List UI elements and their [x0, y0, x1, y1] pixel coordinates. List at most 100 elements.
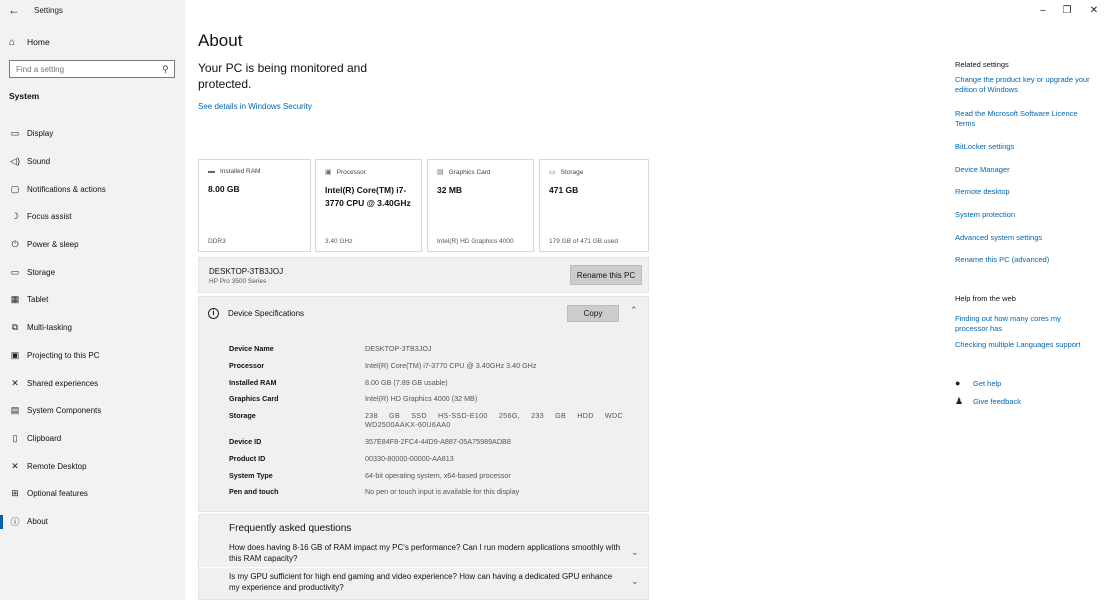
- spec-row: Graphics Card Intel(R) HD Graphics 4000 (…: [229, 394, 629, 403]
- card-graphics: ▤ Graphics Card 32 MB Intel(R) HD Graphic…: [427, 159, 534, 252]
- sidebar-item-label: Clipboard: [27, 433, 62, 443]
- card-head: Installed RAM: [220, 168, 261, 175]
- spec-cards: ▬ Installed RAM 8.00 GB DDR3 ▣ Processor I…: [198, 159, 650, 252]
- feedback-icon: ♟: [955, 396, 964, 406]
- sidebar-item-focus-assist[interactable]: ☽ Focus assist: [0, 203, 185, 231]
- related-link-rename-advanced[interactable]: Rename this PC (advanced): [955, 255, 1095, 265]
- related-link-system-protection[interactable]: System protection: [955, 210, 1095, 220]
- titlebar: ← Settings: [0, 0, 185, 20]
- spec-value: Intel(R) Core(TM) i7-3770 CPU @ 3.40GHz …: [365, 360, 537, 370]
- ram-icon: ▬: [208, 168, 215, 175]
- help-web-title: Help from the web: [955, 294, 1016, 303]
- specs-header[interactable]: i Device Specifications: [208, 308, 304, 319]
- related-link-product-key[interactable]: Change the product key or upgrade your e…: [955, 75, 1095, 95]
- cpu-icon: ▣: [325, 169, 332, 176]
- spec-value: Intel(R) HD Graphics 4000 (32 MB): [365, 394, 478, 404]
- get-help-label: Get help: [973, 378, 1002, 388]
- chevron-up-icon[interactable]: ⌃: [630, 305, 638, 316]
- sidebar-item-label: About: [27, 516, 48, 526]
- sidebar-item-storage[interactable]: ▭ Storage: [0, 258, 185, 286]
- device-specifications: i Device Specifications Copy ⌃ Device Na…: [198, 296, 649, 512]
- specs-title: Device Specifications: [228, 309, 305, 318]
- divider: [199, 567, 650, 568]
- card-value: Intel(R) Core(TM) i7-3770 CPU @ 3.40GHz: [325, 185, 411, 208]
- search-icon[interactable]: ⚲: [162, 64, 169, 75]
- faq-item[interactable]: Is my GPU sufficient for high end gaming…: [229, 571, 624, 593]
- drive-icon: ▭: [549, 169, 556, 176]
- sidebar-item-sound[interactable]: ◁) Sound: [0, 148, 185, 176]
- minimize-icon: –: [1040, 4, 1046, 16]
- sidebar-item-remote-desktop[interactable]: ✕ Remote Desktop: [0, 452, 185, 480]
- search-input[interactable]: [16, 64, 156, 74]
- copy-button[interactable]: Copy: [567, 305, 619, 322]
- pc-name: DESKTOP-3TB3JOJ: [209, 267, 284, 276]
- get-help-link[interactable]: ● Get help: [955, 378, 1001, 388]
- sidebar-item-label: Focus assist: [27, 212, 72, 222]
- related-link-device-manager[interactable]: Device Manager: [955, 165, 1095, 175]
- spec-value: 8.00 GB (7.89 GB usable): [365, 377, 448, 387]
- spec-row: Pen and touch No pen or touch input is av…: [229, 487, 629, 496]
- spec-label: System Type: [229, 470, 273, 480]
- spec-label: Pen and touch: [229, 487, 279, 497]
- related-link-bitlocker[interactable]: BitLocker settings: [955, 142, 1095, 152]
- spec-value: 00330-80000-00000-AA813: [365, 453, 454, 463]
- card-head: Processor: [336, 168, 366, 176]
- sidebar-item-power[interactable]: ⏻ Power & sleep: [0, 231, 185, 259]
- pc-name-bar: DESKTOP-3TB3JOJ HP Pro 3500 Series Renam…: [198, 257, 649, 293]
- related-link-advanced-system[interactable]: Advanced system settings: [955, 233, 1095, 243]
- sidebar-item-about[interactable]: ⓘ About: [0, 508, 185, 536]
- sidebar-item-tablet[interactable]: ▦ Tablet: [0, 286, 185, 314]
- info-icon: i: [208, 308, 219, 319]
- close-button[interactable]: ✕: [1080, 0, 1107, 20]
- card-value: 8.00 GB: [208, 184, 240, 194]
- sidebar-item-clipboard[interactable]: ▯ Clipboard: [0, 425, 185, 453]
- card-sub: 179 GB of 471 GB used: [549, 238, 619, 245]
- home-nav-item[interactable]: ⌂ Home: [0, 32, 185, 52]
- chevron-down-icon[interactable]: ⌄: [631, 547, 639, 558]
- info-icon: ⓘ: [10, 516, 20, 527]
- projector-icon: ▣: [10, 349, 20, 360]
- see-details-link[interactable]: See details in Windows Security: [198, 102, 312, 111]
- spec-label: Device ID: [229, 436, 262, 446]
- section-label: System: [9, 91, 40, 101]
- card-value: 471 GB: [549, 185, 579, 195]
- sidebar-item-label: Sound: [27, 157, 51, 167]
- card-installed-ram: ▬ Installed RAM 8.00 GB DDR3: [198, 159, 311, 252]
- related-settings-title: Related settings: [955, 60, 1009, 69]
- card-head: Storage: [560, 168, 584, 176]
- card-sub: DDR3: [208, 238, 226, 245]
- spec-row: Device Name DESKTOP-3TB3JOJ: [229, 344, 629, 353]
- rename-pc-button[interactable]: Rename this PC: [570, 265, 642, 285]
- sidebar-item-system-components[interactable]: ▤ System Components: [0, 397, 185, 425]
- sidebar-item-label: Projecting to this PC: [27, 350, 100, 360]
- settings-window: ← Settings ⌂ Home ⚲ System ▭ Display ◁) So…: [0, 0, 1107, 600]
- back-button[interactable]: ←: [0, 0, 28, 20]
- power-icon: ⏻: [11, 239, 19, 250]
- related-link-licence-terms[interactable]: Read the Microsoft Software Licence Term…: [955, 109, 1095, 129]
- help-link-languages[interactable]: Checking multiple Languages support: [955, 340, 1095, 350]
- faq-title: Frequently asked questions: [229, 523, 352, 534]
- sidebar-item-shared-experiences[interactable]: ✕ Shared experiences: [0, 369, 185, 397]
- spec-rows: Device Name DESKTOP-3TB3JOJ Processor Inte…: [229, 344, 629, 504]
- search-box[interactable]: ⚲: [9, 60, 175, 78]
- window-title: Settings: [34, 5, 63, 15]
- sidebar-item-projecting[interactable]: ▣ Projecting to this PC: [0, 342, 185, 370]
- give-feedback-link[interactable]: ♟ Give feedback: [955, 396, 1021, 407]
- sidebar-item-multitasking[interactable]: ⧉ Multi-tasking: [0, 314, 185, 342]
- sidebar-item-display[interactable]: ▭ Display: [0, 120, 185, 148]
- close-icon: ✕: [1089, 4, 1099, 16]
- sidebar-item-label: Multi-tasking: [27, 323, 72, 333]
- chat-help-icon: ●: [955, 378, 961, 388]
- card-processor: ▣ Processor Intel(R) Core(TM) i7-3770 CPU…: [315, 159, 422, 252]
- sidebar-item-label: Optional features: [27, 489, 88, 499]
- home-label: Home: [27, 37, 50, 47]
- restore-button[interactable]: ❐: [1053, 0, 1081, 20]
- related-link-remote-desktop[interactable]: Remote desktop: [955, 187, 1095, 197]
- sidebar-item-optional-features[interactable]: ⊞ Optional features: [0, 480, 185, 508]
- faq-item[interactable]: How does having 8-16 GB of RAM impact my…: [229, 542, 624, 564]
- help-link-cores[interactable]: Finding out how many cores my processor …: [955, 314, 1095, 334]
- chevron-down-icon[interactable]: ⌄: [631, 576, 639, 587]
- arrow-left-icon: ←: [8, 3, 20, 17]
- sidebar-item-notifications[interactable]: ▢ Notifications & actions: [0, 175, 185, 203]
- card-sub: 3.40 GHz: [325, 238, 353, 245]
